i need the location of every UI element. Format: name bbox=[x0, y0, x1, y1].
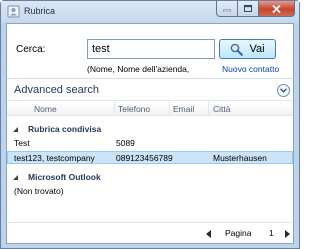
previous-page-icon[interactable] bbox=[206, 230, 212, 238]
column-separator[interactable] bbox=[114, 101, 115, 116]
table-row-selected[interactable]: test123, testcompany 089123456789 Muster… bbox=[7, 151, 293, 164]
cell-citta: Musterhausen bbox=[213, 153, 267, 163]
new-contact-link[interactable]: Nuovo contatto bbox=[222, 64, 279, 74]
table-row[interactable]: Test 5089 bbox=[7, 137, 293, 150]
cell-telefono: 089123456789 bbox=[116, 153, 173, 163]
group-title-microsoft-outlook: Microsoft Outlook bbox=[28, 172, 101, 182]
minimize-icon bbox=[223, 9, 231, 12]
client-area: Cerca: Vai (Nome, Nome dell'azienda, Nuo… bbox=[6, 23, 294, 244]
search-input[interactable] bbox=[87, 39, 215, 59]
search-go-label: Vai bbox=[249, 43, 265, 55]
caption-buttons bbox=[216, 1, 295, 18]
expanded-arrow-icon[interactable] bbox=[13, 127, 18, 132]
column-header-email[interactable]: Email bbox=[173, 104, 194, 114]
search-go-button[interactable]: Vai bbox=[219, 39, 276, 59]
pager-label: Pagina bbox=[225, 228, 252, 238]
cell-nome: (Non trovato) bbox=[14, 186, 64, 196]
section-divider bbox=[7, 78, 293, 79]
cell-nome: Test bbox=[14, 138, 30, 148]
next-page-icon[interactable] bbox=[284, 230, 290, 238]
column-header-nome[interactable]: Nome bbox=[34, 104, 57, 114]
maximize-button[interactable] bbox=[238, 1, 259, 17]
address-book-window: Rubrica Cerca: test Vai (Nome, Nome dell… bbox=[0, 0, 300, 249]
chevron-down-icon bbox=[280, 88, 287, 93]
expanded-arrow-icon[interactable] bbox=[13, 175, 18, 180]
title-bar[interactable]: Rubrica bbox=[1, 1, 299, 23]
column-header-telefono[interactable]: Telefono bbox=[118, 104, 150, 114]
advanced-search-toggle[interactable] bbox=[277, 84, 290, 97]
group-title-rubrica-condivisa: Rubrica condivisa bbox=[28, 124, 102, 134]
cell-telefono: 5089 bbox=[116, 138, 135, 148]
close-button[interactable] bbox=[259, 1, 295, 17]
column-separator[interactable] bbox=[169, 101, 170, 116]
advanced-search-header[interactable]: Advanced search bbox=[14, 84, 99, 96]
address-book-icon bbox=[7, 5, 20, 18]
pager-divider bbox=[7, 222, 293, 223]
minimize-button[interactable] bbox=[216, 1, 238, 17]
magnifier-icon bbox=[231, 43, 244, 56]
column-header-citta[interactable]: Città bbox=[213, 104, 230, 114]
pager-page-number: 1 bbox=[269, 228, 274, 238]
column-separator[interactable] bbox=[208, 101, 209, 116]
window-title: Rubrica bbox=[24, 6, 56, 16]
table-header: Nome Telefono Email Città bbox=[7, 100, 293, 116]
maximize-icon bbox=[244, 5, 252, 12]
search-label: Cerca: bbox=[16, 44, 46, 55]
table-row[interactable]: (Non trovato) bbox=[7, 185, 293, 198]
cell-nome: test123, testcompany bbox=[14, 153, 95, 163]
close-icon bbox=[272, 4, 281, 13]
search-hint: (Nome, Nome dell'azienda, bbox=[87, 64, 190, 74]
